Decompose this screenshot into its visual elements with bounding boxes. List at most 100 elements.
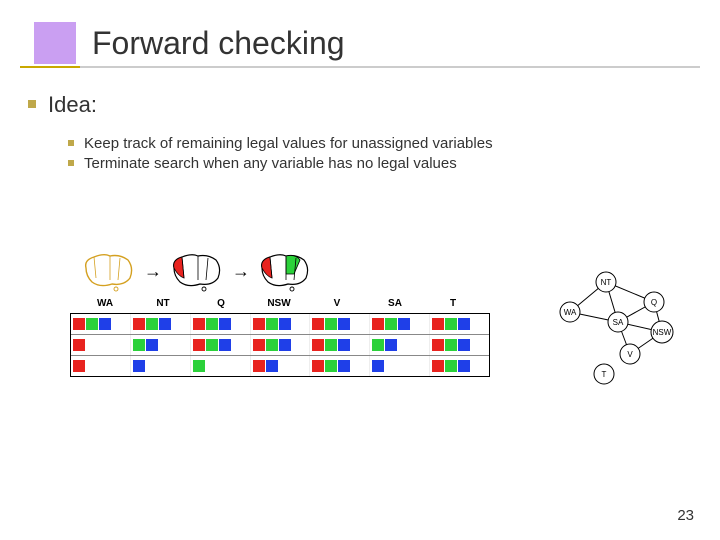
color-square-red [193, 339, 205, 351]
color-square-red [253, 318, 265, 330]
bullet-level2-text: Keep track of remaining legal values for… [84, 134, 493, 154]
bullet-level2-row: Keep track of remaining legal values for… [68, 134, 692, 154]
title-bar: Forward checking [0, 20, 700, 66]
graph-node-label: WA [564, 308, 577, 317]
color-square-red [253, 360, 265, 372]
color-square-green [325, 360, 337, 372]
map-australia-1 [80, 250, 138, 292]
color-square-red [133, 318, 145, 330]
domain-cell [430, 314, 489, 334]
color-square-green [325, 339, 337, 351]
content-area: Idea: Keep track of remaining legal valu… [28, 92, 692, 175]
color-square-green [445, 318, 457, 330]
col-header: SA [366, 298, 424, 309]
graph-node-label: SA [613, 318, 624, 327]
col-header: WA [76, 298, 134, 309]
domain-cell [191, 356, 251, 376]
domain-cell [370, 335, 430, 355]
domain-cell [251, 335, 311, 355]
color-square-green [266, 339, 278, 351]
col-header: Q [192, 298, 250, 309]
col-header: NSW [250, 298, 308, 309]
color-square-green [146, 318, 158, 330]
color-square-red [432, 318, 444, 330]
bullet-level2-text: Terminate search when any variable has n… [84, 154, 457, 174]
color-square-green [385, 318, 397, 330]
bullet-icon [68, 140, 74, 146]
map-australia-3 [256, 250, 314, 292]
color-square-blue [219, 318, 231, 330]
page-number: 23 [677, 507, 694, 524]
color-square-blue [458, 318, 470, 330]
color-square-blue [159, 318, 171, 330]
color-square-green [266, 318, 278, 330]
arrow-icon: → [232, 261, 250, 282]
table-row [71, 356, 489, 376]
slide-title: Forward checking [92, 25, 345, 62]
domain-cell [191, 335, 251, 355]
graph-node-label: V [627, 350, 633, 359]
color-square-green [86, 318, 98, 330]
color-square-blue [219, 339, 231, 351]
graph-node-label: T [602, 370, 607, 379]
domain-cell [310, 314, 370, 334]
domain-cell [71, 356, 131, 376]
bullet-level1-row: Idea: [28, 92, 692, 118]
title-underline [20, 66, 700, 68]
color-square-blue [133, 360, 145, 372]
bullet-icon [28, 100, 36, 108]
color-square-red [432, 339, 444, 351]
color-square-blue [458, 360, 470, 372]
map-australia-2 [168, 250, 226, 292]
color-square-red [432, 360, 444, 372]
bullet-icon [68, 160, 74, 166]
bullet-level2-row: Terminate search when any variable has n… [68, 154, 692, 174]
domain-cell [131, 356, 191, 376]
table-row [71, 314, 489, 335]
color-square-green [325, 318, 337, 330]
domain-cell [430, 335, 489, 355]
table-row [71, 335, 489, 356]
domain-cell [71, 314, 131, 334]
domain-cell [251, 356, 311, 376]
constraint-graph: NT WA Q SA NSW V T [544, 268, 684, 388]
domain-cell [370, 356, 430, 376]
domain-table [70, 313, 490, 377]
graph-node-label: NSW [653, 328, 672, 337]
domain-cell [131, 314, 191, 334]
graph-node-label: Q [651, 298, 657, 307]
color-square-red [73, 318, 85, 330]
color-square-red [73, 339, 85, 351]
color-square-blue [398, 318, 410, 330]
color-square-red [253, 339, 265, 351]
color-square-green [445, 360, 457, 372]
domain-cell [251, 314, 311, 334]
color-square-blue [372, 360, 384, 372]
domain-cell [310, 335, 370, 355]
col-header: NT [134, 298, 192, 309]
color-square-green [193, 360, 205, 372]
color-square-red [193, 318, 205, 330]
domain-cell [131, 335, 191, 355]
domain-cell [310, 356, 370, 376]
color-square-red [312, 360, 324, 372]
color-square-blue [279, 318, 291, 330]
color-square-green [206, 339, 218, 351]
col-header: T [424, 298, 482, 309]
color-square-blue [338, 360, 350, 372]
color-square-green [206, 318, 218, 330]
color-square-green [133, 339, 145, 351]
domain-cell [370, 314, 430, 334]
arrow-icon: → [144, 261, 162, 282]
color-square-green [372, 339, 384, 351]
col-header: V [308, 298, 366, 309]
bullet-level1-text: Idea: [48, 92, 97, 118]
color-square-red [73, 360, 85, 372]
color-square-green [445, 339, 457, 351]
color-square-red [312, 318, 324, 330]
color-square-blue [385, 339, 397, 351]
color-square-blue [338, 318, 350, 330]
color-square-blue [99, 318, 111, 330]
domain-cell [191, 314, 251, 334]
title-accent-square [34, 22, 76, 64]
